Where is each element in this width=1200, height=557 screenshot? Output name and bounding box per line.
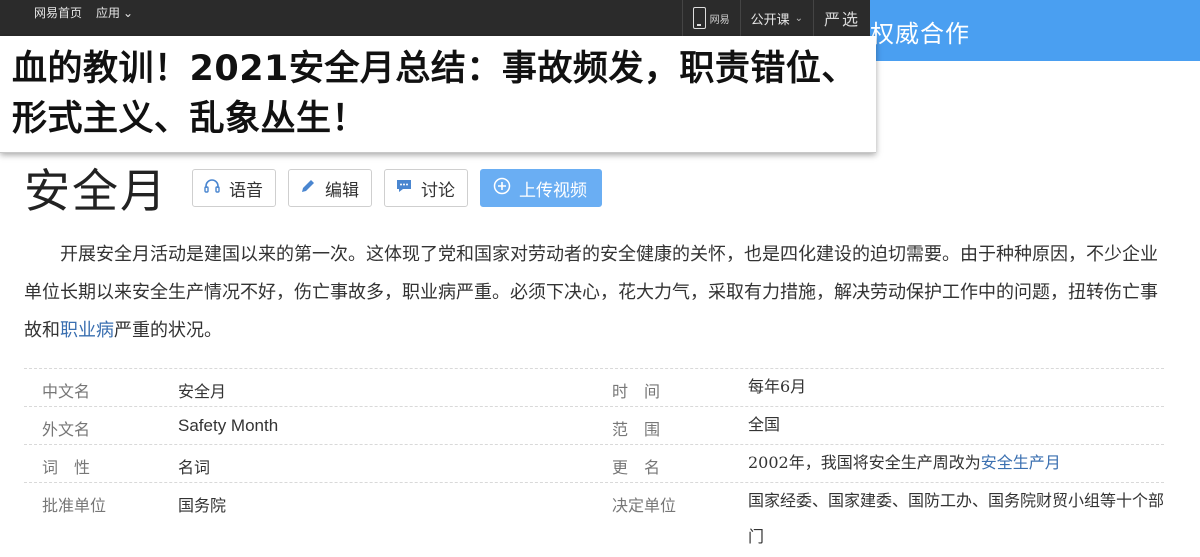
- rename-text: 2002年，我国将安全生产周改为: [748, 453, 981, 472]
- info-row: 外文名 Safety Month 范 围 全国: [24, 406, 1164, 444]
- entry-summary: 开展安全月活动是建国以来的第一次。这体现了党和国家对劳动者的安全健康的关怀，也是…: [24, 236, 1164, 350]
- header-banner: 权威合作: [870, 0, 1200, 61]
- info-row: 批准单位 国务院 决定单位 国家经委、国家建委、国防工办、国务院财贸小组等十个部…: [24, 482, 1164, 557]
- pencil-icon: [299, 177, 317, 200]
- info-key: 时 间: [612, 382, 661, 401]
- info-key: 批准单位: [42, 496, 107, 515]
- yanxuan-label: 严选: [823, 10, 860, 29]
- info-row: 词 性 名词 更 名 2002年，我国将安全生产周改为安全生产月: [24, 444, 1164, 482]
- info-value: 2002年，我国将安全生产周改为安全生产月: [748, 445, 1168, 481]
- info-key: 决定单位: [612, 496, 677, 515]
- headline-title[interactable]: 血的教训！2021安全月总结：事故频发，职责错位、形式主义、乱象丛生！: [12, 44, 872, 144]
- open-course-label: 公开课: [750, 12, 790, 28]
- top-nav-links: 网易首页 应用 ⌄: [34, 0, 133, 24]
- nav-apps-menu[interactable]: 应用 ⌄: [96, 4, 133, 21]
- headline-popup[interactable]: 血的教训！2021安全月总结：事故频发，职责错位、形式主义、乱象丛生！: [0, 36, 876, 153]
- chevron-down-icon: ⌄: [794, 12, 803, 24]
- chat-bubble-icon: [395, 177, 413, 200]
- top-nav-right: 网易 公开课 ⌄ 严选: [681, 0, 870, 36]
- info-value: 每年6月: [748, 377, 807, 396]
- discuss-button[interactable]: 讨论: [384, 169, 468, 207]
- info-value: 名词: [178, 458, 211, 477]
- info-value: Safety Month: [178, 416, 279, 435]
- nav-home-link[interactable]: 网易首页: [34, 4, 82, 21]
- mobile-app-link[interactable]: 网易: [681, 0, 740, 36]
- occupational-disease-link[interactable]: 职业病: [60, 320, 114, 341]
- mobile-app-label: 网易: [709, 14, 730, 26]
- info-row: 中文名 安全月 时 间 每年6月: [24, 368, 1164, 406]
- info-value: 国务院: [178, 496, 227, 515]
- info-value: 安全月: [178, 382, 227, 401]
- summary-text-end: 严重的状况。: [114, 320, 222, 341]
- discuss-button-label: 讨论: [421, 180, 455, 201]
- headphones-icon: [203, 177, 221, 200]
- edit-button-label: 编辑: [325, 180, 359, 201]
- info-key: 词 性: [42, 458, 91, 477]
- info-key: 更 名: [612, 458, 661, 477]
- plus-circle-icon: [493, 177, 511, 200]
- chevron-down-icon: ⌄: [123, 5, 134, 20]
- open-course-menu[interactable]: 公开课 ⌄: [739, 0, 813, 36]
- entry-title-row: 安全月 语音 编辑 讨论 上传视频: [24, 158, 614, 218]
- nav-apps-label: 应用: [96, 5, 121, 20]
- info-key: 中文名: [42, 382, 91, 401]
- info-value: 全国: [748, 415, 781, 434]
- edit-button[interactable]: 编辑: [288, 169, 372, 207]
- basic-info-table: 中文名 安全月 时 间 每年6月 外文名 Safety Month 范 围 全国…: [24, 368, 1164, 557]
- yanxuan-link[interactable]: 严选: [812, 0, 870, 36]
- authority-cooperation-label[interactable]: 权威合作: [870, 14, 970, 49]
- info-key: 范 围: [612, 420, 661, 439]
- page-title: 安全月: [24, 164, 168, 218]
- info-value: 国家经委、国家建委、国防工办、国务院财贸小组等十个部门: [748, 491, 1165, 546]
- safety-production-month-link[interactable]: 安全生产月: [981, 453, 1061, 472]
- voice-button[interactable]: 语音: [192, 169, 276, 207]
- top-nav-bar: 网易首页 应用 ⌄ 网易 公开课 ⌄ 严选: [0, 0, 870, 36]
- upload-video-label: 上传视频: [519, 180, 587, 201]
- upload-video-button[interactable]: 上传视频: [480, 169, 602, 207]
- voice-button-label: 语音: [229, 180, 263, 201]
- info-key: 外文名: [42, 420, 91, 439]
- phone-icon: [692, 7, 706, 29]
